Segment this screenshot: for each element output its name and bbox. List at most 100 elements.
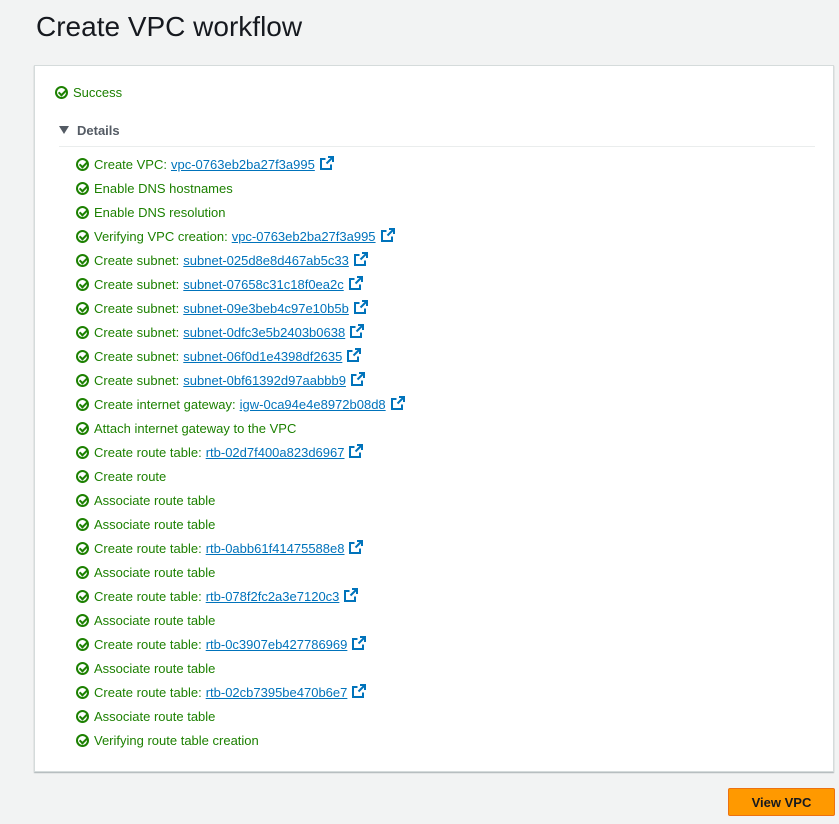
step-label: Associate route table [94, 708, 216, 724]
resource-link[interactable]: rtb-078f2fc2a3e7120c3 [205, 587, 362, 605]
check-circle-icon [76, 421, 89, 435]
step-label: Associate route table [94, 492, 216, 508]
resource-link[interactable]: rtb-0abb61f41475588e8 [205, 539, 367, 557]
step-label: Associate route table [94, 612, 216, 628]
check-circle-icon [76, 589, 89, 603]
check-circle-icon [76, 613, 89, 627]
workflow-steps-list: Create VPC: vpc-0763eb2ba27f3a995 Enable D… [76, 152, 408, 752]
resource-link[interactable]: subnet-07658c31c18f0ea2c [183, 275, 365, 293]
workflow-step: Attach internet gateway to the VPC [76, 416, 408, 440]
external-link-icon [349, 539, 364, 557]
check-circle-icon [55, 85, 68, 99]
create-vpc-workflow-page: Create VPC workflow Success Details Crea… [0, 0, 839, 824]
workflow-step: Create route table: rtb-02d7f400a823d6967 [76, 440, 408, 464]
view-vpc-button[interactable]: View VPC [728, 788, 835, 816]
check-circle-icon [76, 469, 89, 483]
resource-id: vpc-0763eb2ba27f3a995 [170, 156, 315, 172]
check-circle-icon [76, 493, 89, 507]
resource-link[interactable]: subnet-09e3beb4c97e10b5b [183, 299, 371, 317]
check-circle-icon [76, 349, 89, 363]
resource-link[interactable]: subnet-06f0d1e4398df2635 [183, 347, 364, 365]
workflow-step: Associate route table [76, 704, 408, 728]
external-link-icon [380, 227, 395, 245]
workflow-step: Create subnet: subnet-09e3beb4c97e10b5b [76, 296, 408, 320]
step-label: Associate route table [94, 564, 216, 580]
external-link-icon [344, 587, 359, 605]
workflow-step: Associate route table [76, 560, 408, 584]
resource-id: subnet-06f0d1e4398df2635 [183, 348, 343, 364]
resource-id: vpc-0763eb2ba27f3a995 [231, 228, 376, 244]
check-circle-icon [76, 229, 89, 243]
workflow-step: Create route table: rtb-02cb7395be470b6e7 [76, 680, 408, 704]
workflow-step: Verifying VPC creation: vpc-0763eb2ba27f3… [76, 224, 408, 248]
workflow-step: Create subnet: subnet-07658c31c18f0ea2c [76, 272, 408, 296]
resource-link[interactable]: subnet-0bf61392d97aabbb9 [183, 371, 368, 389]
check-circle-icon [76, 517, 89, 531]
workflow-step: Associate route table [76, 512, 408, 536]
step-label: Create route table: [94, 636, 202, 652]
external-link-icon [349, 443, 364, 461]
resource-link[interactable]: igw-0ca94e4e8972b08d8 [239, 395, 408, 413]
external-link-icon [319, 155, 334, 173]
external-link-icon [348, 275, 363, 293]
step-label: Create subnet: [94, 372, 180, 388]
resource-id: subnet-07658c31c18f0ea2c [183, 276, 344, 292]
workflow-step: Associate route table [76, 488, 408, 512]
external-link-icon [347, 347, 362, 365]
details-toggle[interactable]: Details [59, 120, 815, 147]
resource-id: rtb-078f2fc2a3e7120c3 [205, 588, 340, 604]
check-circle-icon [76, 397, 89, 411]
step-label: Enable DNS hostnames [94, 180, 233, 196]
workflow-step: Enable DNS resolution [76, 200, 408, 224]
resource-link[interactable]: rtb-02cb7395be470b6e7 [206, 683, 370, 701]
check-circle-icon [76, 157, 89, 171]
check-circle-icon [76, 373, 89, 387]
external-link-icon [390, 395, 405, 413]
check-circle-icon [76, 661, 89, 675]
workflow-step: Create route [76, 464, 408, 488]
step-label: Create subnet: [94, 300, 180, 316]
step-label: Verifying VPC creation: [94, 228, 228, 244]
workflow-step: Create subnet: subnet-0dfc3e5b2403b0638 [76, 320, 408, 344]
check-circle-icon [76, 541, 89, 555]
workflow-step: Verifying route table creation [76, 728, 408, 752]
resource-id: rtb-0abb61f41475588e8 [205, 540, 345, 556]
external-link-icon [350, 371, 365, 389]
check-circle-icon [76, 301, 89, 315]
step-label: Create subnet: [94, 252, 180, 268]
resource-link[interactable]: subnet-0dfc3e5b2403b0638 [183, 323, 367, 341]
check-circle-icon [76, 685, 89, 699]
resource-id: subnet-025d8e8d467ab5c33 [183, 252, 349, 268]
workflow-step: Enable DNS hostnames [76, 176, 408, 200]
step-label: Verifying route table creation [94, 732, 259, 748]
workflow-step: Create route table: rtb-0abb61f41475588e8 [76, 536, 408, 560]
step-label: Create route table: [94, 540, 202, 556]
status-row: Success [55, 83, 122, 101]
check-circle-icon [76, 325, 89, 339]
step-label: Create subnet: [94, 324, 180, 340]
resource-id: subnet-09e3beb4c97e10b5b [183, 300, 349, 316]
external-link-icon [352, 683, 367, 701]
resource-id: igw-0ca94e4e8972b08d8 [239, 396, 386, 412]
check-circle-icon [76, 445, 89, 459]
external-link-icon [350, 323, 365, 341]
step-label: Create route [94, 468, 167, 484]
workflow-step: Create subnet: subnet-06f0d1e4398df2635 [76, 344, 408, 368]
resource-link[interactable]: rtb-0c3907eb427786969 [206, 635, 370, 653]
step-label: Associate route table [94, 516, 216, 532]
resource-link[interactable]: subnet-025d8e8d467ab5c33 [183, 251, 371, 269]
step-label: Create route table: [94, 588, 202, 604]
resource-link[interactable]: rtb-02d7f400a823d6967 [206, 443, 367, 461]
step-label: Create route table: [94, 684, 202, 700]
external-link-icon [353, 299, 368, 317]
resource-link[interactable]: vpc-0763eb2ba27f3a995 [231, 227, 398, 245]
workflow-step: Create internet gateway: igw-0ca94e4e8972… [76, 392, 408, 416]
step-label: Create subnet: [94, 276, 180, 292]
step-label: Enable DNS resolution [94, 204, 226, 220]
workflow-panel: Success Details Create VPC: vpc-0763eb2ba… [34, 65, 834, 772]
check-circle-icon [76, 565, 89, 579]
resource-link[interactable]: vpc-0763eb2ba27f3a995 [170, 155, 337, 173]
resource-id: subnet-0dfc3e5b2403b0638 [183, 324, 346, 340]
resource-id: subnet-0bf61392d97aabbb9 [183, 372, 346, 388]
check-circle-icon [76, 205, 89, 219]
